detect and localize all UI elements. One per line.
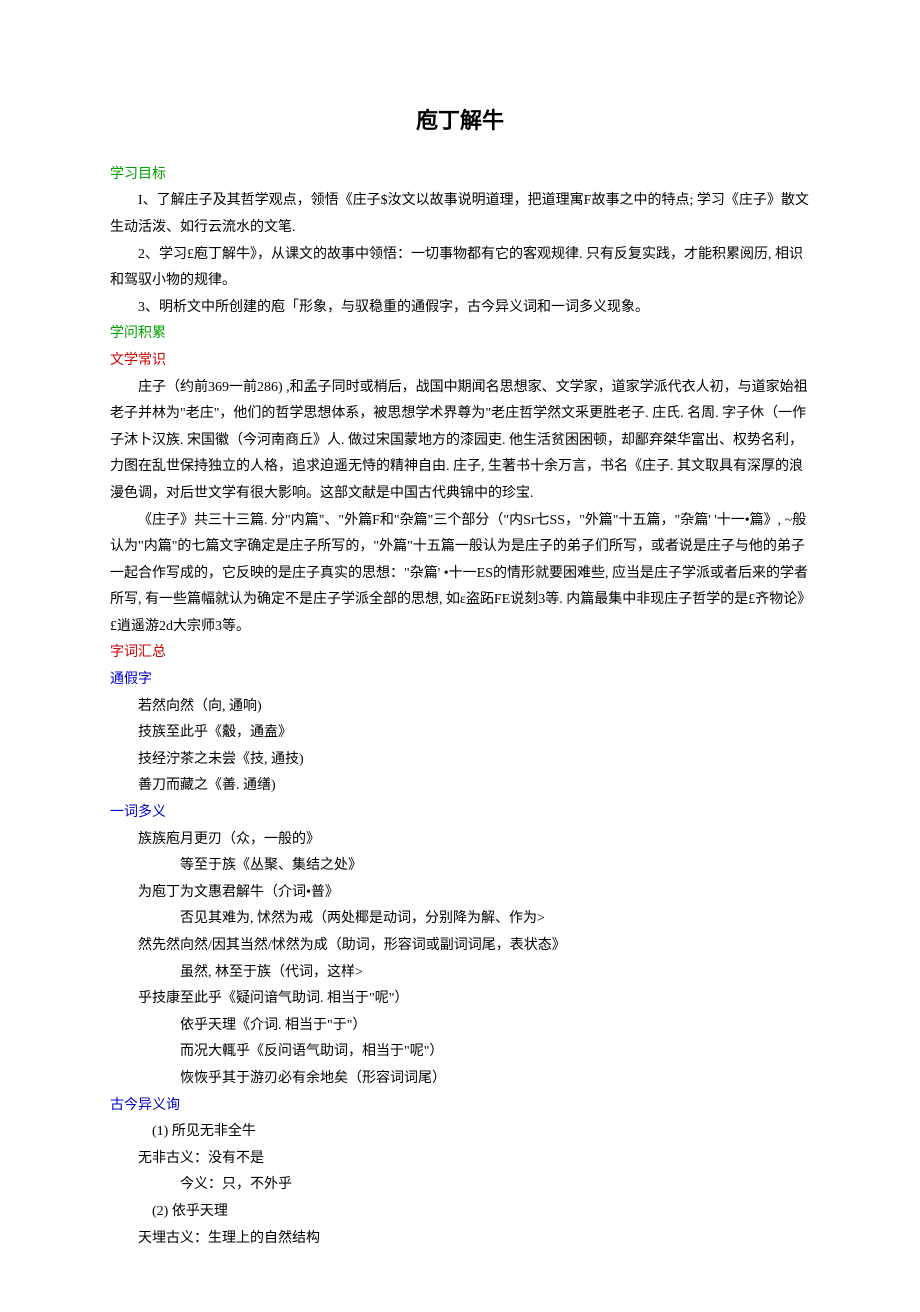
- sub-tongjia: 通假字: [110, 667, 810, 694]
- literature-p1: 庄子（约前369一前286) ,和孟子同时或梢后，战国中期闻名思想家、文学家，道…: [110, 375, 810, 508]
- section-learning-goals: 学习目标: [110, 162, 810, 189]
- subsection-vocabulary: 字词汇总: [110, 640, 810, 667]
- sub-yici: 一词多义: [110, 800, 810, 827]
- yici-4d: 恢恢乎其于游刃必有余地矣（形容词词尾）: [110, 1066, 810, 1093]
- yici-4c: 而况大輒乎《反问语气助词，相当于"呢"）: [110, 1039, 810, 1066]
- tongjia-4: 善刀而藏之《善. 通缮): [110, 773, 810, 800]
- gujin-1-num: (1) 所见无非全牛: [110, 1119, 810, 1146]
- goal-3: 3、明析文中所创建的庖「形象，与驭稳重的通假字，古今异义词和一词多义现象。: [110, 295, 810, 322]
- literature-p2: 《庄子》共三十三篇. 分"内篇"、"外篇F和"杂篇"三个部分（"内Sr七SS，"…: [110, 508, 810, 641]
- yici-4b: 依乎天理《介词. 相当于"于"）: [110, 1013, 810, 1040]
- gujin-1a: 无非古义：没有不是: [110, 1146, 810, 1173]
- subsection-literature: 文学常识: [110, 348, 810, 375]
- yici-3b: 虽然, 林至于族（代词，这样>: [110, 960, 810, 987]
- goal-2: 2、学习£庖丁解牛》，从课文的故事中领悟：一切事物都有它的客观规律. 只有反复实…: [110, 242, 810, 295]
- goal-1: I、了解庄子及其哲学观点，领悟《庄子$汝文以故事说明道理，把道理寓F故事之中的特…: [110, 188, 810, 241]
- page-title: 庖丁解牛: [110, 100, 810, 142]
- yici-1b: 等至于族《丛聚、集结之处》: [110, 853, 810, 880]
- sub-gujin: 古今异义询: [110, 1093, 810, 1120]
- gujin-1b: 今义：只，不外乎: [110, 1172, 810, 1199]
- tongjia-3: 技经泞茶之未尝《技, 通技): [110, 747, 810, 774]
- yici-1: 族族庖月更刃（众，一般的》: [110, 827, 810, 854]
- yici-3: 然先然向然/因其当然/怵然为成（助词，形容词或副词词尾，表状态》: [110, 933, 810, 960]
- gujin-2a: 天埋古义：生理上的自然结构: [110, 1226, 810, 1253]
- yici-2b: 否见其难为, 怵然为戒（两处椰是动词，分别降为解、作为>: [110, 906, 810, 933]
- yici-2: 为庖丁为文惠君解牛（介词•普》: [110, 880, 810, 907]
- tongjia-1: 若然向然（向, 通响): [110, 694, 810, 721]
- section-knowledge: 学问积累: [110, 321, 810, 348]
- tongjia-2: 技族至此乎《觳，通盍》: [110, 720, 810, 747]
- yici-4: 乎技康至此乎《疑问谙气助词. 相当于"呢"）: [110, 986, 810, 1013]
- gujin-2-num: (2) 依乎天理: [110, 1199, 810, 1226]
